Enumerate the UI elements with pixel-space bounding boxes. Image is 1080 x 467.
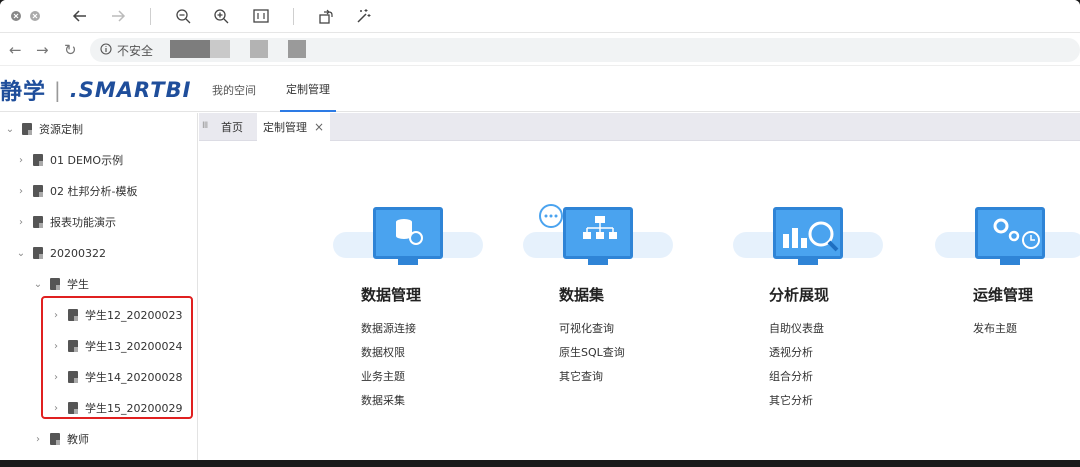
tree-item-label: 报表功能演示 [50, 216, 116, 229]
hierarchy-chat-icon[interactable] [523, 202, 673, 272]
tree-item[interactable]: › 教师 [32, 428, 89, 450]
content-tab-bar: Ⅲ 首页 定制管理 × [199, 113, 1080, 141]
card-link[interactable]: 透视分析 [769, 341, 913, 365]
document-icon [33, 185, 43, 197]
tree-item-label: 学生 [67, 278, 89, 291]
tree-item[interactable]: › 01 DEMO示例 [15, 149, 123, 171]
tree-item[interactable]: › 报表功能演示 [15, 211, 116, 233]
module-card-dataset: 数据集 可视化查询 原生SQL查询 其它查询 [523, 202, 703, 389]
card-title: 分析展现 [769, 286, 830, 304]
forward-arrow-icon[interactable] [108, 6, 128, 26]
document-icon [33, 154, 43, 166]
card-title: 运维管理 [973, 286, 1034, 304]
nav-tab-my-space[interactable]: 我的空间 [212, 68, 256, 112]
card-title: 数据管理 [361, 286, 422, 304]
viewer-toolbar [0, 0, 1080, 33]
document-icon [50, 278, 60, 290]
back-arrow-icon[interactable]: ← [9, 41, 22, 59]
document-icon [50, 433, 60, 445]
card-link[interactable]: 组合分析 [769, 365, 913, 389]
tree-item-label: 02 杜邦分析-模板 [50, 185, 138, 198]
brand-logo[interactable]: 静学 | .SMARTBI [0, 76, 192, 105]
document-icon [33, 216, 43, 228]
redacted-block [210, 40, 230, 58]
card-link[interactable]: 发布主题 [973, 317, 1080, 341]
card-link[interactable]: 数据采集 [361, 389, 513, 413]
card-link[interactable]: 数据源连接 [361, 317, 513, 341]
logo-separator: | [54, 78, 62, 102]
magic-wand-icon[interactable] [353, 6, 373, 26]
tree-item[interactable]: ⌄ 学生 [32, 273, 89, 295]
logo-brand: .SMARTBI [69, 78, 192, 102]
bar-chart-magnifier-icon[interactable] [733, 202, 883, 272]
chevron-right-icon[interactable]: › [15, 186, 27, 197]
close-icon[interactable] [28, 6, 42, 26]
chevron-right-icon[interactable]: › [15, 155, 27, 166]
redacted-block [288, 40, 306, 58]
browser-address-row: ← → ↻ 不安全 [0, 34, 1080, 66]
security-indicator[interactable]: 不安全 [100, 42, 153, 59]
fit-page-icon[interactable] [251, 6, 271, 26]
logo-text: 静学 [0, 80, 47, 105]
reload-icon[interactable]: ↻ [64, 41, 77, 59]
chevron-down-icon[interactable]: ⌄ [32, 279, 44, 290]
card-link[interactable]: 原生SQL查询 [559, 341, 703, 365]
tab-home[interactable]: 首页 [215, 113, 249, 141]
card-title: 数据集 [559, 286, 605, 304]
tree-item[interactable]: ⌄ 资源定制 [4, 118, 83, 140]
back-arrow-icon[interactable] [70, 6, 90, 26]
main-content: 数据管理 数据源连接 数据权限 业务主题 数据采集 数据集 可视化查询 原生SQ… [199, 142, 1080, 460]
card-link[interactable]: 其它分析 [769, 389, 913, 413]
nav-tab-custom-management[interactable]: 定制管理 [280, 68, 336, 112]
tab-label: 定制管理 [263, 121, 307, 134]
toolbar-divider [293, 8, 294, 25]
card-link[interactable]: 其它查询 [559, 365, 703, 389]
database-gear-icon[interactable] [333, 202, 483, 272]
tree-item-label: 教师 [67, 433, 89, 446]
tab-menu-icon[interactable]: Ⅲ [202, 121, 208, 131]
chevron-right-icon[interactable]: › [32, 434, 44, 445]
tree-item[interactable]: ⌄ 20200322 [15, 242, 106, 264]
tree-item-label: 01 DEMO示例 [50, 154, 124, 167]
gears-clock-icon[interactable] [935, 202, 1080, 272]
document-icon [22, 123, 32, 135]
security-label: 不安全 [117, 44, 154, 58]
document-icon [33, 247, 43, 259]
zoom-out-icon[interactable] [173, 6, 193, 26]
app-window: ← → ↻ 不安全 静学 | .SMARTBI 我的空间 定制管理 ⌄ 资源定制 [0, 0, 1080, 460]
tree-item[interactable]: › 02 杜邦分析-模板 [15, 180, 137, 202]
redacted-block [250, 40, 268, 58]
address-bar[interactable] [90, 38, 1080, 62]
module-card-analysis: 分析展现 自助仪表盘 透视分析 组合分析 其它分析 [733, 202, 913, 413]
chevron-down-icon[interactable]: ⌄ [4, 124, 16, 135]
chevron-right-icon[interactable]: › [15, 217, 27, 228]
zoom-in-icon[interactable] [211, 6, 231, 26]
card-link[interactable]: 业务主题 [361, 365, 513, 389]
chevron-down-icon[interactable]: ⌄ [15, 248, 27, 259]
card-link[interactable]: 可视化查询 [559, 317, 703, 341]
annotation-highlight-box [41, 296, 193, 419]
tab-label: 首页 [221, 121, 243, 134]
tree-item-label: 20200322 [50, 246, 106, 260]
close-icon[interactable]: × [314, 120, 324, 134]
toolbar-divider [150, 8, 151, 25]
close-icon[interactable] [9, 6, 23, 26]
module-card-operations: 运维管理 发布主题 [935, 202, 1080, 341]
tab-custom-management[interactable]: 定制管理 × [257, 113, 331, 141]
card-link[interactable]: 自助仪表盘 [769, 317, 913, 341]
card-link[interactable]: 数据权限 [361, 341, 513, 365]
forward-arrow-icon[interactable]: → [36, 41, 49, 59]
info-icon [100, 43, 112, 58]
rotate-icon[interactable] [316, 6, 336, 26]
tree-item-label: 资源定制 [39, 123, 83, 136]
module-card-data-management: 数据管理 数据源连接 数据权限 业务主题 数据采集 [333, 202, 513, 413]
redacted-block [170, 40, 210, 58]
app-header: 静学 | .SMARTBI 我的空间 定制管理 [0, 68, 1080, 112]
